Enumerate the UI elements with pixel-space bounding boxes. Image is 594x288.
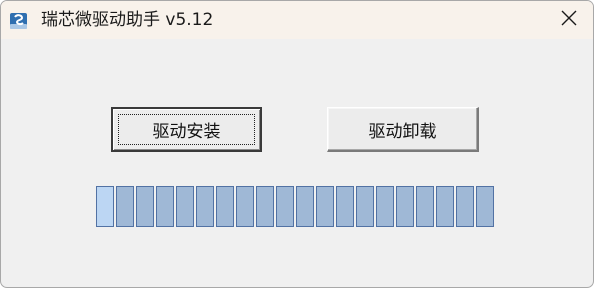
progress-bar: [96, 186, 494, 228]
progress-segment: [236, 186, 254, 227]
title-bar: 瑞芯微驱动助手 v5.12: [1, 1, 593, 39]
progress-segment: [276, 186, 294, 227]
progress-segment: [296, 186, 314, 227]
progress-segment: [456, 186, 474, 227]
uninstall-driver-button[interactable]: 驱动卸载: [327, 107, 479, 152]
progress-segment-active: [96, 186, 114, 227]
progress-segment: [216, 186, 234, 227]
progress-segment: [136, 186, 154, 227]
install-driver-button[interactable]: 驱动安装: [111, 107, 262, 152]
progress-segment: [116, 186, 134, 227]
rockchip-app-icon: [9, 11, 29, 31]
close-icon: [561, 10, 577, 30]
progress-segment: [196, 186, 214, 227]
progress-segment: [416, 186, 434, 227]
progress-segment: [356, 186, 374, 227]
progress-segment: [176, 186, 194, 227]
progress-segment: [476, 186, 494, 227]
progress-segment: [396, 186, 414, 227]
close-button[interactable]: [545, 1, 593, 39]
uninstall-driver-label: 驱动卸载: [368, 121, 437, 142]
app-window: 瑞芯微驱动助手 v5.12 驱动安装 驱动卸载: [0, 0, 594, 288]
window-title: 瑞芯微驱动助手 v5.12: [41, 10, 214, 30]
progress-segment: [156, 186, 174, 227]
install-driver-label: 驱动安装: [152, 122, 221, 142]
progress-segment: [336, 186, 354, 227]
progress-segment: [256, 186, 274, 227]
progress-segment: [376, 186, 394, 227]
progress-segment: [436, 186, 454, 227]
progress-segment: [316, 186, 334, 227]
